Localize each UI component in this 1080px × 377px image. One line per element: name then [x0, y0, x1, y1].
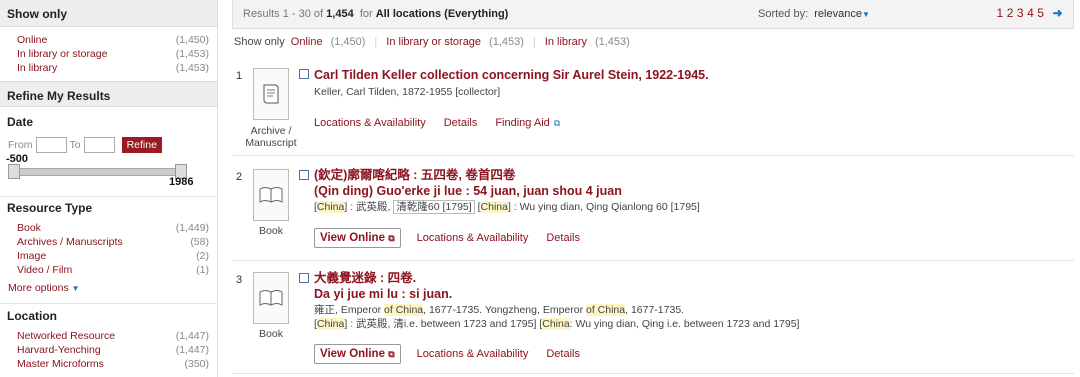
- result-publication: [China] : 武英殿, 清乾隆60 [1795] [China] : Wu…: [314, 200, 700, 214]
- result-title-cjk[interactable]: 大義覺迷錄 : 四卷.: [314, 270, 799, 286]
- facet-online[interactable]: Online (1,450): [8, 33, 209, 47]
- more-options-link[interactable]: More options ▼: [8, 281, 209, 295]
- separator: |: [532, 36, 536, 48]
- result-number: 3: [236, 274, 243, 286]
- facet-book[interactable]: Book (1,449): [8, 221, 209, 235]
- facet-harvard-yenching[interactable]: Harvard-Yenching (1,447): [8, 343, 209, 357]
- date-slider[interactable]: -500 1986: [0, 153, 217, 194]
- location-list: Networked Resource (1,447) Harvard-Yenchi…: [0, 327, 217, 371]
- book-icon[interactable]: [253, 272, 289, 324]
- select-checkbox[interactable]: [299, 273, 309, 283]
- date-to-input[interactable]: [83, 137, 115, 153]
- result-item: 2 Book (欽定)廓爾喀紀略 : 五四卷, 卷首四卷 (Qin ding) …: [232, 157, 1074, 261]
- sort-control[interactable]: Sorted by: relevance▼: [758, 8, 870, 20]
- results-range: Results 1 - 30 of: [243, 8, 324, 20]
- results-scope: All locations (Everything): [375, 8, 509, 20]
- refine-button[interactable]: Refine: [121, 137, 162, 153]
- page-3[interactable]: 3: [1017, 6, 1024, 20]
- location-heading: Location: [7, 309, 57, 323]
- result-author: 雍正, Emperor of China, 1677-1735. Yongzhe…: [314, 304, 685, 316]
- locations-availability-link[interactable]: Locations & Availability: [417, 348, 529, 360]
- show-only-label: Show only: [234, 36, 285, 48]
- book-icon[interactable]: [253, 169, 289, 221]
- result-title[interactable]: Carl Tilden Keller collection concerning…: [314, 67, 709, 83]
- result-number: 2: [236, 171, 243, 183]
- slider-max-label: 1986: [169, 176, 194, 188]
- external-link-icon: ⧉: [388, 233, 395, 243]
- result-format: Book: [259, 225, 283, 237]
- refine-heading: Refine My Results: [0, 81, 217, 107]
- result-author: Keller, Carl Tilden, 1872-1955 [collecto…: [314, 86, 501, 98]
- external-link-icon: ⧉: [553, 117, 561, 128]
- next-page-arrow-icon[interactable]: ➜: [1052, 6, 1063, 20]
- date-range-row: From To Refine: [0, 135, 217, 155]
- result-actions: View Online ⧉ Locations & Availability D…: [314, 344, 598, 364]
- facet-networked-resource[interactable]: Networked Resource (1,447): [8, 329, 209, 343]
- view-online-button[interactable]: View Online ⧉: [314, 344, 401, 364]
- date-heading: Date: [7, 115, 34, 129]
- facet-video-film[interactable]: Video / Film (1): [8, 263, 209, 277]
- show-only-in-library-or-storage[interactable]: In library or storage: [386, 36, 481, 48]
- select-checkbox[interactable]: [299, 170, 309, 180]
- facet-archives-manuscripts[interactable]: Archives / Manuscripts (58): [8, 235, 209, 249]
- locations-availability-link[interactable]: Locations & Availability: [417, 232, 529, 244]
- results-total: 1,454: [326, 8, 354, 20]
- results-bar: Results 1 - 30 of 1,454 for All location…: [232, 0, 1074, 29]
- resource-type-list: Book (1,449) Archives / Manuscripts (58) I…: [0, 219, 217, 295]
- chevron-down-icon: ▼: [861, 10, 870, 19]
- details-link[interactable]: Details: [546, 232, 580, 244]
- result-body: 大義覺迷錄 : 四卷. Da yi jue mi lu : si juan. 雍…: [314, 270, 799, 331]
- result-title-romanized[interactable]: (Qin ding) Guo'erke ji lue : 54 juan, ju…: [314, 183, 700, 199]
- show-only-in-library[interactable]: In library: [545, 36, 587, 48]
- result-body: Carl Tilden Keller collection concerning…: [314, 67, 709, 99]
- page-1[interactable]: 1: [997, 6, 1004, 20]
- results-main: Results 1 - 30 of 1,454 for All location…: [232, 0, 1074, 377]
- sort-label: Sorted by:: [758, 8, 809, 20]
- date-from-input[interactable]: [35, 137, 67, 153]
- facet-in-library[interactable]: In library (1,453): [8, 61, 209, 75]
- result-item: 1 Archive / Manuscript Carl Tilden Keller…: [232, 58, 1074, 156]
- facet-master-microforms[interactable]: Master Microforms (350): [8, 357, 209, 371]
- locations-availability-link[interactable]: Locations & Availability: [314, 117, 426, 129]
- to-label: To: [69, 139, 81, 151]
- result-actions: Locations & Availability Details Finding…: [314, 117, 560, 129]
- facet-in-library-or-storage[interactable]: In library or storage (1,453): [8, 47, 209, 61]
- sort-value[interactable]: relevance: [814, 8, 862, 20]
- external-link-icon: ⧉: [388, 349, 395, 359]
- show-only-heading: Show only: [0, 0, 217, 27]
- manuscript-icon[interactable]: [253, 68, 289, 120]
- show-only-online[interactable]: Online: [291, 36, 323, 48]
- page-2[interactable]: 2: [1007, 6, 1014, 20]
- result-title-romanized[interactable]: Da yi jue mi lu : si juan.: [314, 286, 799, 302]
- details-link[interactable]: Details: [444, 117, 478, 129]
- page-4[interactable]: 4: [1027, 6, 1034, 20]
- result-format: Archive / Manuscript: [245, 125, 297, 149]
- result-item: 3 Book 大義覺迷錄 : 四卷. Da yi jue mi lu : si …: [232, 262, 1074, 374]
- pagination: 1 2 3 4 5 ➜: [994, 6, 1064, 20]
- select-checkbox[interactable]: [299, 69, 309, 79]
- page-5[interactable]: 5: [1037, 6, 1044, 20]
- finding-aid-link[interactable]: Finding Aid: [495, 117, 549, 129]
- show-only-bar: Show only Online (1,450) | In library or …: [234, 36, 630, 48]
- from-label: From: [8, 139, 33, 151]
- facet-image[interactable]: Image (2): [8, 249, 209, 263]
- show-only-list: Online (1,450) In library or storage (1,45…: [0, 27, 217, 75]
- slider-min-handle[interactable]: [8, 164, 20, 179]
- result-format: Book: [259, 328, 283, 340]
- result-title-cjk[interactable]: (欽定)廓爾喀紀略 : 五四卷, 卷首四卷: [314, 167, 700, 183]
- resource-type-heading: Resource Type: [7, 201, 93, 215]
- result-number: 1: [236, 70, 243, 82]
- chevron-down-icon: ▼: [71, 284, 80, 293]
- view-online-button[interactable]: View Online ⧉: [314, 228, 401, 248]
- sidebar: Show only Online (1,450) In library or st…: [0, 0, 218, 377]
- separator: |: [374, 36, 378, 48]
- result-body: (欽定)廓爾喀紀略 : 五四卷, 卷首四卷 (Qin ding) Guo'erk…: [314, 167, 700, 214]
- details-link[interactable]: Details: [546, 348, 580, 360]
- slider-track[interactable]: [12, 168, 184, 176]
- results-for: for: [359, 8, 373, 20]
- result-publication: [China] : 武英殿, 清i.e. between 1723 and 17…: [314, 318, 800, 330]
- result-actions: View Online ⧉ Locations & Availability D…: [314, 228, 598, 248]
